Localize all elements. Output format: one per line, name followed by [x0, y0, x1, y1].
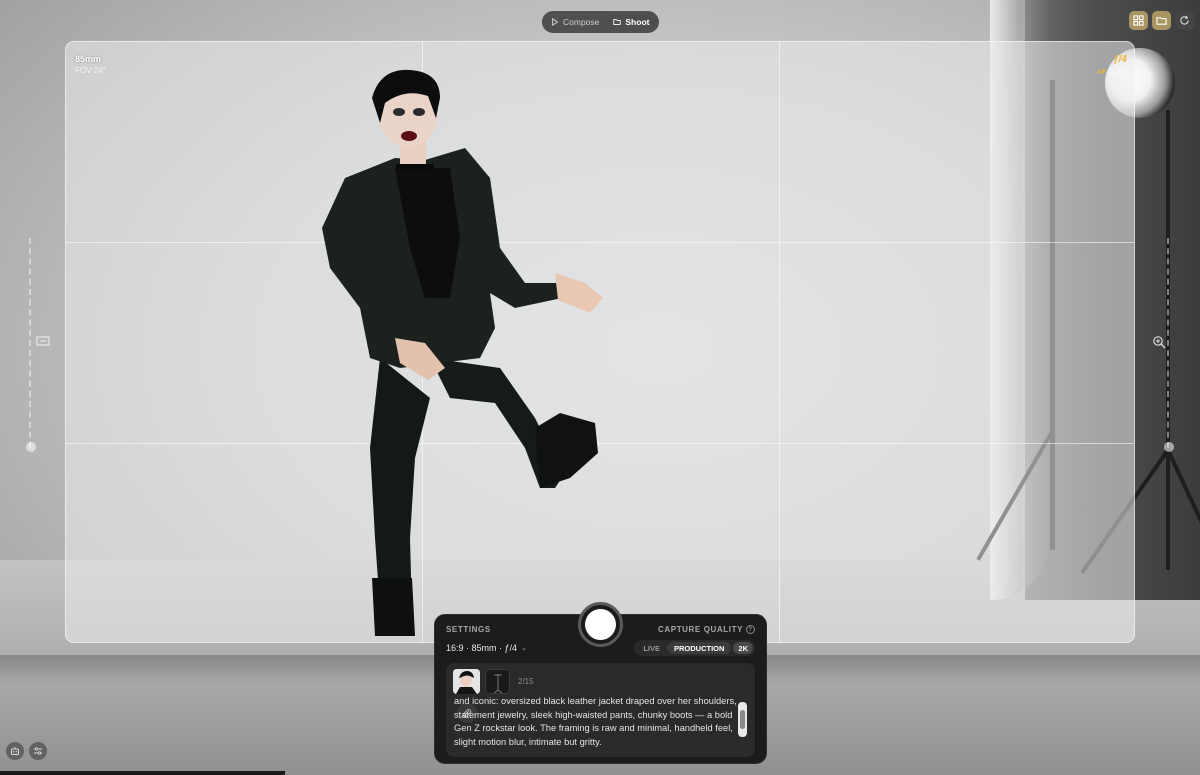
- play-icon: [552, 18, 559, 26]
- sliders-icon: [34, 747, 42, 755]
- zoom-icon[interactable]: [1152, 335, 1166, 349]
- aperture-readout: ƒ/4 AF 5.3m: [1097, 54, 1127, 76]
- gallery-button[interactable]: [1152, 11, 1171, 30]
- autofocus-readout: AF 5.3m: [1097, 67, 1127, 76]
- mode-toggle: Compose Shoot: [542, 11, 659, 33]
- shutter-button[interactable]: [578, 602, 623, 647]
- reference-thumbnail[interactable]: [485, 669, 510, 694]
- prompt-text: and iconic: oversized black leather jack…: [454, 696, 737, 747]
- shoot-tab[interactable]: Shoot: [606, 13, 657, 31]
- portrait-thumbnail: [453, 669, 480, 694]
- aperture-label: ƒ/4: [1113, 54, 1127, 65]
- adjustments-button[interactable]: [29, 742, 47, 760]
- focal-length-label: 85mm: [75, 54, 102, 64]
- frame-icon[interactable]: [36, 335, 50, 347]
- folder-icon: [1156, 17, 1167, 25]
- progress-strip: [0, 771, 285, 775]
- reference-count: 2/15: [518, 677, 534, 686]
- quality-toggle: LIVE PRODUCTION 2K: [634, 640, 755, 656]
- assistant-button[interactable]: [6, 742, 24, 760]
- model-figure: [322, 69, 603, 636]
- top-right-toolbar: [1129, 11, 1194, 30]
- prompt-scrollbar[interactable]: [738, 702, 747, 737]
- grid-toggle-button[interactable]: [1129, 11, 1148, 30]
- chevron-down-icon: ⌄: [521, 645, 527, 652]
- quality-option-live[interactable]: LIVE: [636, 642, 667, 654]
- compose-label: Compose: [563, 17, 600, 27]
- zoom-slider-handle[interactable]: [1164, 442, 1174, 452]
- grid-icon: [1133, 15, 1144, 26]
- refresh-icon: [1180, 15, 1189, 25]
- left-slider[interactable]: [26, 238, 36, 452]
- quality-option-production[interactable]: PRODUCTION: [666, 642, 732, 654]
- reference-thumbnail[interactable]: [453, 669, 480, 694]
- lens-readout: 85mm FOV 24°: [75, 54, 106, 75]
- shutter-inner: [585, 609, 616, 640]
- capture-quality-label: CAPTURE QUALITY: [658, 625, 743, 634]
- af-label: AF: [1096, 69, 1107, 76]
- camera-spec-dropdown[interactable]: 16:9 · 85mm · ƒ/4 ⌄: [446, 643, 527, 653]
- robot-icon: [11, 747, 19, 755]
- camera-spec-value: 16:9 · 85mm · ƒ/4: [446, 643, 518, 653]
- folder-icon: [613, 19, 622, 25]
- prompt-input[interactable]: and iconic: oversized black leather jack…: [454, 695, 751, 747]
- compose-tab[interactable]: Compose: [544, 13, 606, 31]
- help-icon[interactable]: ?: [746, 625, 755, 634]
- bottom-left-toolbar: [6, 742, 47, 760]
- reference-images: 2/15: [453, 669, 748, 694]
- settings-title: SETTINGS: [446, 625, 491, 634]
- prompt-box: 2/15 and iconic: oversized black leather…: [446, 663, 755, 757]
- light-stand-thumbnail: [493, 674, 503, 693]
- left-slider-handle[interactable]: [26, 442, 36, 452]
- capture-quality-header: CAPTURE QUALITY ?: [658, 625, 755, 634]
- resolution-badge[interactable]: 2K: [733, 642, 753, 654]
- grid-line: [779, 42, 780, 642]
- shoot-label: Shoot: [625, 17, 650, 27]
- af-distance: 5.3m: [1109, 67, 1127, 76]
- refresh-button[interactable]: [1175, 11, 1194, 30]
- fov-label: FOV 24°: [75, 66, 106, 75]
- zoom-slider[interactable]: [1164, 238, 1174, 452]
